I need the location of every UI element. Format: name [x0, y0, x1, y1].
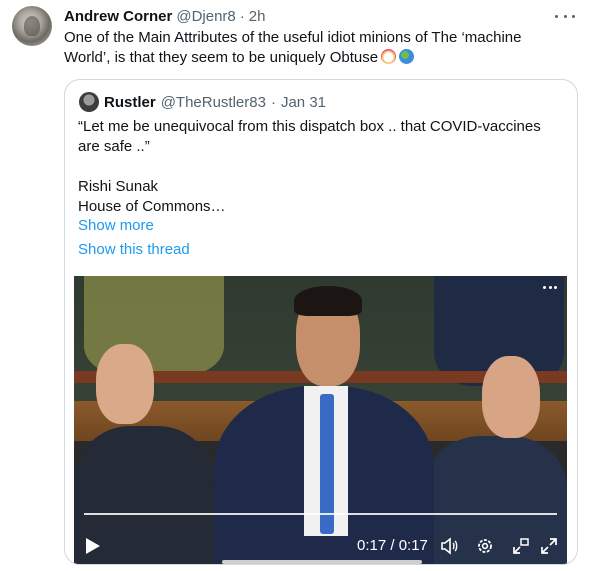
video-figure-right-head	[482, 356, 540, 438]
more-icon[interactable]	[555, 8, 575, 24]
author-avatar[interactable]	[12, 6, 52, 46]
quoted-author-name: Rustler	[104, 93, 156, 111]
tweet-header: Andrew Corner @Djenr8 · 2h	[64, 6, 265, 26]
quoted-line-quote: “Let me be unequivocal from this dispatc…	[78, 118, 541, 155]
video-more-icon[interactable]	[543, 286, 557, 290]
volume-icon[interactable]	[439, 536, 459, 556]
video-scrub-handle[interactable]	[222, 560, 422, 564]
quoted-line-venue: House of Commons…	[78, 198, 226, 215]
quoted-text: “Let me be unequivocal from this dispatc…	[78, 117, 558, 217]
play-icon[interactable]	[86, 538, 100, 554]
tweet-text-body: One of the Main Attributes of the useful…	[64, 29, 522, 66]
show-more-link[interactable]: Show more	[78, 217, 154, 234]
video-player[interactable]: 0:17 / 0:17	[74, 276, 567, 564]
header-separator: ·	[239, 7, 245, 25]
quoted-time: Jan 31	[280, 93, 327, 111]
globe-emoji-icon	[399, 49, 415, 64]
video-progress-bar[interactable]	[84, 513, 557, 515]
settings-icon[interactable]	[475, 536, 495, 556]
show-thread-link[interactable]: Show this thread	[78, 241, 190, 258]
quoted-tweet-card[interactable]: Rustler @TheRustler83 · Jan 31 “Let me b…	[64, 79, 578, 565]
quoted-separator: ·	[270, 93, 276, 111]
author-name[interactable]: Andrew Corner	[64, 8, 172, 25]
quoted-avatar	[79, 92, 99, 112]
video-figure-center-hair	[294, 286, 362, 316]
video-controls: 0:17 / 0:17	[74, 526, 567, 564]
quoted-header: Rustler @TheRustler83 · Jan 31	[79, 92, 326, 112]
video-time: 0:17 / 0:17	[357, 537, 428, 554]
pip-icon[interactable]	[511, 536, 531, 556]
fullscreen-icon[interactable]	[539, 536, 559, 556]
quoted-line-speaker: Rishi Sunak	[78, 178, 159, 195]
video-figure-left-head	[96, 344, 154, 424]
quoted-author-handle: @TheRustler83	[160, 93, 266, 111]
tweet-text: One of the Main Attributes of the useful…	[64, 28, 569, 68]
clown-emoji-icon	[381, 49, 397, 64]
tweet-time[interactable]: 2h	[249, 8, 266, 25]
author-handle[interactable]: @Djenr8	[176, 8, 235, 25]
